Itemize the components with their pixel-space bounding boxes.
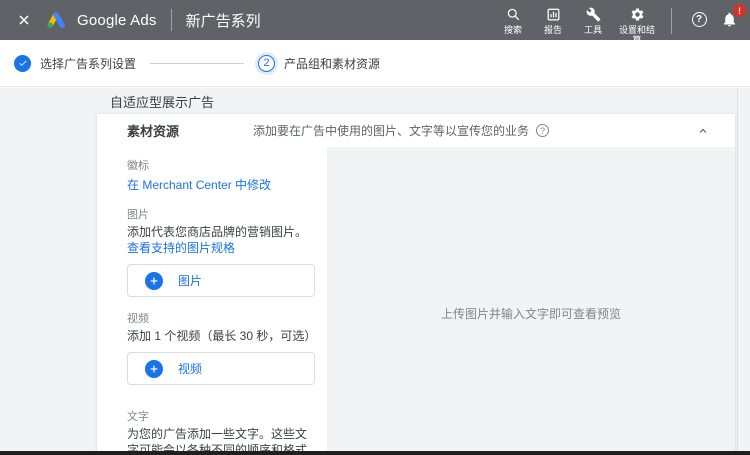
brand-name: Google Ads — [77, 11, 157, 29]
google-ads-logo-icon — [46, 11, 67, 30]
settings-billing-nav-label: 设置和结算 — [618, 25, 655, 45]
settings-billing-nav-button[interactable]: 设置和结算 — [618, 6, 656, 45]
plus-icon — [145, 359, 163, 378]
check-icon — [18, 60, 27, 66]
tools-nav-label: 工具 — [583, 25, 602, 35]
ad-type-heading: 自适应型展示广告 — [110, 95, 215, 110]
page-title: 新广告系列 — [185, 12, 261, 30]
google-ads-app: Google Ads 新广告系列 搜索 报告 工具 设置和结算 ? ! 选择广告… — [0, 0, 750, 455]
add-image-button[interactable]: 图片 — [127, 264, 315, 297]
chevron-up-icon — [699, 128, 707, 133]
notification-badge: ! — [733, 4, 746, 17]
add-video-button-label: 视频 — [178, 362, 203, 376]
step-connector-line — [150, 62, 245, 64]
video-section-label: 视频 — [127, 313, 149, 325]
topbar-left: Google Ads 新广告系列 — [12, 0, 261, 40]
assets-card-description: 添加要在广告中使用的图片、文字等以宣传您的业务 ? — [253, 122, 550, 139]
search-nav-label: 搜索 — [503, 25, 522, 35]
reports-nav-button[interactable]: 报告 — [538, 6, 568, 35]
plus-icon — [145, 271, 163, 290]
assets-card: 素材资源 添加要在广告中使用的图片、文字等以宣传您的业务 ? 徽标 在 Merc… — [97, 114, 735, 455]
tools-nav-button[interactable]: 工具 — [578, 6, 608, 35]
assets-card-description-text: 添加要在广告中使用的图片、文字等以宣传您的业务 — [253, 124, 530, 138]
step-done-circle — [14, 54, 31, 72]
logo-section-label: 徽标 — [127, 160, 149, 172]
notifications-button[interactable]: ! — [716, 4, 746, 32]
step-active-circle: 2 — [258, 54, 276, 72]
step-product-groups-assets[interactable]: 2 产品组和素材资源 — [258, 54, 381, 72]
assets-card-title: 素材资源 — [127, 124, 180, 139]
topbar-actions: 搜索 报告 工具 设置和结算 ? ! — [493, 0, 746, 45]
image-section-label: 图片 — [127, 209, 149, 221]
campaign-stepper: 选择广告系列设置 2 产品组和素材资源 — [0, 40, 750, 87]
screen-bottom-edge — [0, 451, 750, 455]
topbar: Google Ads 新广告系列 搜索 报告 工具 设置和结算 ? ! — [0, 0, 750, 45]
text-section-label: 文字 — [127, 411, 149, 423]
preview-placeholder-text: 上传图片并输入文字即可查看预览 — [440, 306, 621, 321]
help-circle-icon[interactable]: ? — [536, 124, 550, 137]
gear-icon — [630, 6, 645, 23]
add-video-button[interactable]: 视频 — [127, 352, 315, 385]
step-2-label: 产品组和素材资源 — [284, 56, 381, 71]
help-icon: ? — [691, 11, 707, 27]
add-image-button-label: 图片 — [178, 274, 203, 288]
close-button[interactable] — [12, 8, 36, 32]
step-campaign-settings[interactable]: 选择广告系列设置 — [14, 54, 137, 72]
help-button[interactable]: ? — [686, 6, 712, 32]
topbar-divider — [170, 9, 172, 31]
report-icon — [546, 6, 561, 23]
topbar-actions-divider — [671, 8, 672, 34]
video-section-description: 添加 1 个视频（最长 30 秒，可选） — [127, 329, 317, 343]
image-section-description: 添加代表您商店品牌的营销图片。 查看支持的图片规格 — [127, 224, 315, 256]
vertical-scrollbar[interactable] — [737, 88, 750, 455]
image-description-text: 添加代表您商店品牌的营销图片。 — [127, 225, 308, 239]
reports-nav-label: 报告 — [543, 25, 562, 35]
assets-card-header: 素材资源 添加要在广告中使用的图片、文字等以宣传您的业务 ? — [97, 114, 735, 147]
search-icon — [506, 6, 521, 23]
wrench-icon — [586, 6, 601, 23]
search-nav-button[interactable]: 搜索 — [498, 6, 528, 35]
ad-preview-area: 上传图片并输入文字即可查看预览 — [327, 147, 735, 455]
image-specs-link[interactable]: 查看支持的图片规格 — [127, 241, 235, 255]
step-1-label: 选择广告系列设置 — [40, 56, 137, 71]
main-content: 自适应型展示广告 素材资源 添加要在广告中使用的图片、文字等以宣传您的业务 ? … — [0, 88, 750, 455]
close-icon — [19, 15, 29, 25]
assets-column: 徽标 在 Merchant Center 中修改 图片 添加代表您商店品牌的营销… — [97, 147, 327, 455]
assets-card-body: 徽标 在 Merchant Center 中修改 图片 添加代表您商店品牌的营销… — [97, 147, 735, 455]
merchant-center-edit-link[interactable]: 在 Merchant Center 中修改 — [127, 176, 271, 193]
collapse-card-button[interactable] — [697, 125, 709, 137]
